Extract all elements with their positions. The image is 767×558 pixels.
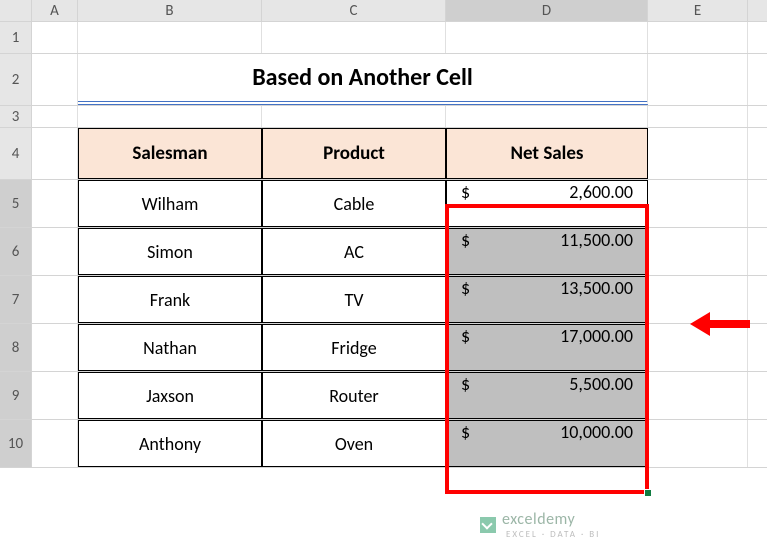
select-all-corner[interactable] [0, 0, 32, 21]
currency-symbol: $ [461, 325, 470, 370]
cell-a8[interactable] [32, 324, 78, 371]
row-header-2[interactable]: 2 [0, 54, 32, 105]
currency-symbol: $ [461, 373, 470, 418]
header-netsales[interactable]: Net Sales [446, 128, 648, 179]
row-5: 5 Wilham Cable $ 2,600.00 [0, 180, 767, 228]
cell-a2[interactable] [32, 54, 78, 105]
col-header-d[interactable]: D [446, 0, 648, 21]
column-header-row: A B C D E [0, 0, 767, 22]
cell-e1[interactable] [648, 22, 748, 53]
row-header-9[interactable]: 9 [0, 372, 32, 419]
cell-sales-5[interactable]: $ 10,000.00 [446, 420, 648, 467]
cell-product-3[interactable]: Fridge [262, 324, 446, 371]
col-header-e[interactable]: E [648, 0, 748, 21]
cell-salesman-4[interactable]: Jaxson [78, 372, 262, 419]
cell-product-1[interactable]: AC [262, 228, 446, 275]
sales-amount: 11,500.00 [560, 229, 633, 274]
currency-symbol: $ [461, 421, 470, 466]
cell-sales-2[interactable]: $ 13,500.00 [446, 276, 648, 323]
watermark-icon [480, 517, 496, 533]
sales-amount: 17,000.00 [560, 325, 633, 370]
col-header-c[interactable]: C [262, 0, 446, 21]
cell-a3[interactable] [32, 106, 78, 127]
cell-d3[interactable] [446, 106, 648, 127]
cell-sales-3[interactable]: $ 17,000.00 [446, 324, 648, 371]
row-7: 7 Frank TV $ 13,500.00 [0, 276, 767, 324]
row-header-4[interactable]: 4 [0, 128, 32, 179]
row-10: 10 Anthony Oven $ 10,000.00 [0, 420, 767, 468]
cell-a4[interactable] [32, 128, 78, 179]
row-2: 2 Based on Another Cell [0, 54, 767, 106]
row-9: 9 Jaxson Router $ 5,500.00 [0, 372, 767, 420]
row-4: 4 Salesman Product Net Sales [0, 128, 767, 180]
cell-sales-0[interactable]: $ 2,600.00 [446, 180, 648, 227]
watermark: exceldemy EXCEL · DATA · BI [480, 510, 600, 540]
row-header-10[interactable]: 10 [0, 420, 32, 467]
cell-salesman-3[interactable]: Nathan [78, 324, 262, 371]
currency-symbol: $ [461, 229, 470, 274]
cell-product-5[interactable]: Oven [262, 420, 446, 467]
arrow-head-icon [690, 312, 710, 336]
cell-a1[interactable] [32, 22, 78, 53]
col-header-b[interactable]: B [78, 0, 262, 21]
cell-e3[interactable] [648, 106, 748, 127]
cell-e2[interactable] [648, 54, 748, 105]
cell-sales-4[interactable]: $ 5,500.00 [446, 372, 648, 419]
title-cell[interactable]: Based on Another Cell [78, 54, 648, 105]
arrow-line-icon [710, 320, 750, 328]
cell-salesman-0[interactable]: Wilham [78, 180, 262, 227]
arrow-indicator [690, 312, 750, 336]
cell-product-4[interactable]: Router [262, 372, 446, 419]
header-salesman[interactable]: Salesman [78, 128, 262, 179]
sales-amount: 13,500.00 [560, 277, 633, 322]
cell-d1[interactable] [446, 22, 648, 53]
cell-a10[interactable] [32, 420, 78, 467]
cell-salesman-2[interactable]: Frank [78, 276, 262, 323]
cell-c3[interactable] [262, 106, 446, 127]
row-header-6[interactable]: 6 [0, 228, 32, 275]
cell-e6[interactable] [648, 228, 748, 275]
cell-a9[interactable] [32, 372, 78, 419]
cell-e10[interactable] [648, 420, 748, 467]
row-6: 6 Simon AC $ 11,500.00 [0, 228, 767, 276]
cell-b3[interactable] [78, 106, 262, 127]
cell-e9[interactable] [648, 372, 748, 419]
sales-amount: 5,500.00 [569, 373, 633, 418]
row-header-3[interactable]: 3 [0, 106, 32, 127]
row-header-1[interactable]: 1 [0, 22, 32, 53]
cell-salesman-5[interactable]: Anthony [78, 420, 262, 467]
row-1: 1 [0, 22, 767, 54]
cell-product-2[interactable]: TV [262, 276, 446, 323]
cell-e4[interactable] [648, 128, 748, 179]
currency-symbol: $ [461, 277, 470, 322]
cell-product-0[interactable]: Cable [262, 180, 446, 227]
cell-a6[interactable] [32, 228, 78, 275]
currency-symbol: $ [461, 181, 470, 226]
cell-e5[interactable] [648, 180, 748, 227]
sales-amount: 10,000.00 [560, 421, 633, 466]
row-header-8[interactable]: 8 [0, 324, 32, 371]
col-header-a[interactable]: A [32, 0, 78, 21]
row-header-7[interactable]: 7 [0, 276, 32, 323]
cell-a7[interactable] [32, 276, 78, 323]
sales-amount: 2,600.00 [569, 181, 633, 226]
header-product[interactable]: Product [262, 128, 446, 179]
fill-handle[interactable] [644, 489, 652, 497]
watermark-tagline: EXCEL · DATA · BI [506, 529, 600, 540]
cell-a5[interactable] [32, 180, 78, 227]
cell-c1[interactable] [262, 22, 446, 53]
row-3: 3 [0, 106, 767, 128]
watermark-brand: exceldemy [502, 510, 575, 529]
cell-salesman-1[interactable]: Simon [78, 228, 262, 275]
cell-sales-1[interactable]: $ 11,500.00 [446, 228, 648, 275]
row-8: 8 Nathan Fridge $ 17,000.00 [0, 324, 767, 372]
row-header-5[interactable]: 5 [0, 180, 32, 227]
cell-b1[interactable] [78, 22, 262, 53]
